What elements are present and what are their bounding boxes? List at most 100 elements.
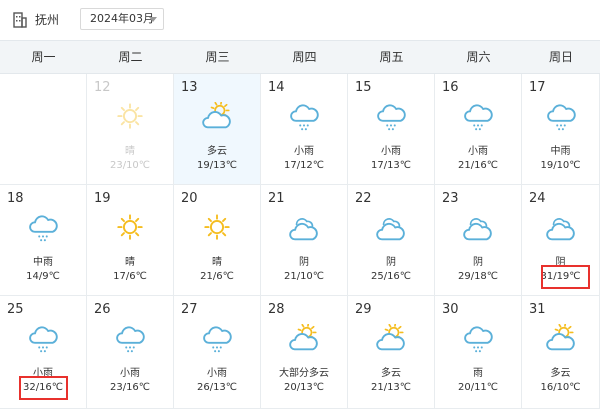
day-number: 26	[94, 302, 111, 317]
day-number: 29	[355, 302, 372, 317]
temperature-range: 21/10℃	[283, 271, 325, 282]
rain-icon	[290, 104, 319, 131]
weather-condition: 多云	[207, 146, 227, 157]
day-cell[interactable]: 27 小雨 26/13℃	[174, 296, 261, 409]
day-number: 27	[181, 302, 198, 317]
weather-condition: 小雨	[294, 146, 314, 157]
building-icon	[13, 12, 27, 28]
day-cell[interactable]: 21 阴 21/10℃	[261, 185, 348, 296]
weather-condition: 晴	[125, 257, 135, 268]
day-cell[interactable]: 25 小雨 32/16℃	[0, 296, 87, 409]
rain-icon	[116, 326, 145, 353]
weather-condition: 阴	[473, 257, 483, 268]
chevron-down-icon	[149, 17, 157, 22]
day-cell[interactable]: 20 晴 21/6℃	[174, 185, 261, 296]
rain-icon	[464, 326, 493, 353]
rain-icon	[29, 215, 58, 242]
weather-condition: 小雨	[120, 368, 140, 379]
day-number: 15	[355, 80, 372, 95]
weather-condition: 晴	[212, 257, 222, 268]
weather-condition: 中雨	[550, 146, 571, 157]
day-number: 13	[181, 80, 198, 95]
day-cell[interactable]: 26 小雨 23/16℃	[87, 296, 174, 409]
day-cell[interactable]: 18 中雨 14/9℃	[0, 185, 87, 296]
highlight-box	[541, 265, 590, 289]
calendar-grid: 12 晴 23/10℃ 13 多云 19/13℃ 14 小雨 17/12℃ 15 小雨 17/13℃ 1…	[0, 74, 600, 409]
temperature-range: 20/13℃	[283, 382, 325, 393]
day-number: 20	[181, 191, 198, 206]
temperature-range: 17/6℃	[113, 271, 147, 282]
weather-condition: 晴	[125, 146, 135, 157]
rain-icon	[377, 104, 406, 131]
temperature-range: 26/13℃	[196, 382, 238, 393]
temperature-range: 16/10℃	[540, 382, 581, 393]
day-cell[interactable]: 16 小雨 21/16℃	[435, 74, 522, 185]
day-cell[interactable]: 14 小雨 17/12℃	[261, 74, 348, 185]
partly-cloudy-icon	[289, 324, 318, 351]
day-number: 21	[268, 191, 285, 206]
day-cell[interactable]: 31 多云 16/10℃	[522, 296, 600, 409]
day-number: 23	[442, 191, 459, 206]
rain-icon	[546, 104, 576, 131]
temperature-range: 17/12℃	[283, 160, 325, 171]
temperature-range: 19/10℃	[540, 160, 581, 171]
day-number: 31	[529, 302, 546, 317]
weather-condition: 雨	[473, 368, 483, 379]
month-select[interactable]: 2024年03月	[80, 8, 164, 30]
temperature-range: 23/10℃	[109, 160, 151, 171]
weekday-label: 周六	[466, 50, 491, 64]
weather-condition: 多云	[381, 368, 401, 379]
weather-condition: 阴	[299, 257, 309, 268]
city-name[interactable]: 抚州	[35, 11, 59, 29]
day-cell[interactable]: 13 多云 19/13℃	[174, 74, 261, 185]
day-cell[interactable]: 15 小雨 17/13℃	[348, 74, 435, 185]
temperature-range: 23/16℃	[109, 382, 151, 393]
day-cell[interactable]: 12 晴 23/10℃	[87, 74, 174, 185]
day-cell[interactable]: 30 雨 20/11℃	[435, 296, 522, 409]
temperature-range: 19/13℃	[196, 160, 238, 171]
partly-cloudy-icon	[376, 324, 405, 351]
rain-icon	[29, 326, 58, 353]
weather-condition: 中雨	[33, 257, 53, 268]
temperature-range: 20/11℃	[457, 382, 499, 393]
cloud-icon	[289, 218, 318, 241]
weather-condition: 小雨	[468, 146, 488, 157]
highlight-box	[19, 376, 68, 400]
temperature-range: 21/6℃	[200, 271, 234, 282]
day-cell[interactable]: 22 阴 25/16℃	[348, 185, 435, 296]
weekday-header: 周一 周二 周三 周四 周五 周六 周日	[0, 40, 600, 74]
day-number: 24	[529, 191, 546, 206]
weekday-label: 周四	[292, 50, 317, 64]
day-cell[interactable]: 28 大部分多云 20/13℃	[261, 296, 348, 409]
rain-icon	[203, 326, 232, 353]
sun-icon	[117, 103, 143, 129]
day-number: 25	[7, 302, 24, 317]
temperature-range: 29/18℃	[457, 271, 499, 282]
temperature-range: 25/16℃	[370, 271, 412, 282]
month-select-value: 2024年03月	[90, 12, 154, 25]
day-number: 12	[94, 80, 111, 95]
weekday-label: 周三	[205, 50, 230, 64]
weather-condition: 小雨	[207, 368, 227, 379]
day-cell[interactable]: 29 多云 21/13℃	[348, 296, 435, 409]
temperature-range: 17/13℃	[370, 160, 412, 171]
day-number: 14	[268, 80, 285, 95]
day-cell[interactable]: 19 晴 17/6℃	[87, 185, 174, 296]
cloud-icon	[463, 218, 492, 241]
day-cell[interactable]: 17 中雨 19/10℃	[522, 74, 600, 185]
day-cell[interactable]: 24 阴 31/19℃	[522, 185, 600, 296]
weekday-label: 周一	[31, 50, 56, 64]
weekday-label: 周二	[118, 50, 143, 64]
weather-condition: 阴	[386, 257, 396, 268]
weather-condition: 多云	[550, 368, 571, 379]
temperature-range: 14/9℃	[26, 271, 60, 282]
weekday-label: 周五	[379, 50, 404, 64]
rain-icon	[464, 104, 493, 131]
partly-cloudy-icon	[202, 102, 231, 129]
weather-condition: 小雨	[381, 146, 401, 157]
day-cell[interactable]: 23 阴 29/18℃	[435, 185, 522, 296]
weather-condition: 大部分多云	[279, 368, 329, 379]
empty-day-cell	[0, 74, 87, 185]
sun-icon	[117, 214, 143, 240]
temperature-range: 21/13℃	[370, 382, 412, 393]
